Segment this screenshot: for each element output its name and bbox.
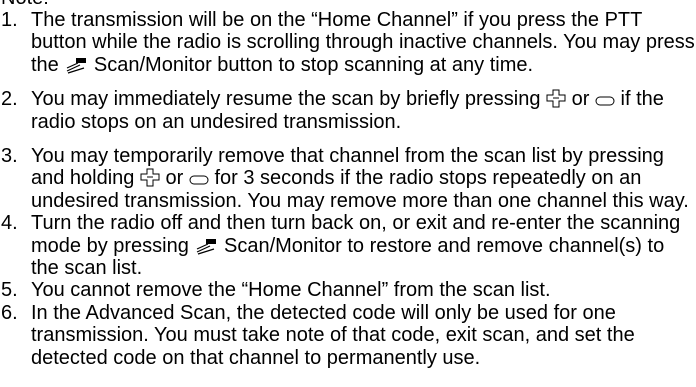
note-number: 4. (1, 212, 18, 235)
note-text-connector: or (566, 88, 595, 111)
navigation-cross-icon (140, 168, 160, 187)
back-key-icon (189, 173, 209, 187)
note-item-5: 5. You cannot remove the “Home Channel” … (0, 279, 696, 301)
note-number: 1. (1, 9, 18, 31)
note-number: 5. (1, 279, 18, 302)
note-text-continued: Scan/Monitor button to stop scanning at … (88, 53, 534, 76)
notes-heading: Note: (1, 0, 696, 9)
note-number: 6. (1, 301, 18, 324)
note-text: You may immediately resume the scan by b… (31, 88, 547, 111)
scan-monitor-icon (64, 56, 88, 74)
back-key-icon (595, 94, 615, 108)
navigation-cross-icon (546, 89, 566, 108)
note-item-4: 4. Turn the radio off and then turn back… (0, 212, 696, 279)
note-item-6: 6. In the Advanced Scan, the detected co… (0, 302, 696, 369)
note-text: You cannot remove the “Home Channel” fro… (31, 279, 551, 302)
notes-section: Note: 1. The transmission will be on the… (0, 0, 696, 369)
note-item-1: 1. The transmission will be on the “Home… (0, 9, 696, 76)
notes-list: 1. The transmission will be on the “Home… (0, 9, 696, 369)
note-text: In the Advanced Scan, the detected code … (31, 301, 635, 369)
note-number: 3. (1, 145, 18, 168)
note-number: 2. (1, 88, 18, 111)
scan-monitor-icon (194, 237, 218, 255)
note-text-connector: or (159, 167, 189, 190)
note-item-2: 2. You may immediately resume the scan b… (0, 88, 696, 133)
note-item-3: 3. You may temporarily remove that chann… (0, 145, 696, 212)
